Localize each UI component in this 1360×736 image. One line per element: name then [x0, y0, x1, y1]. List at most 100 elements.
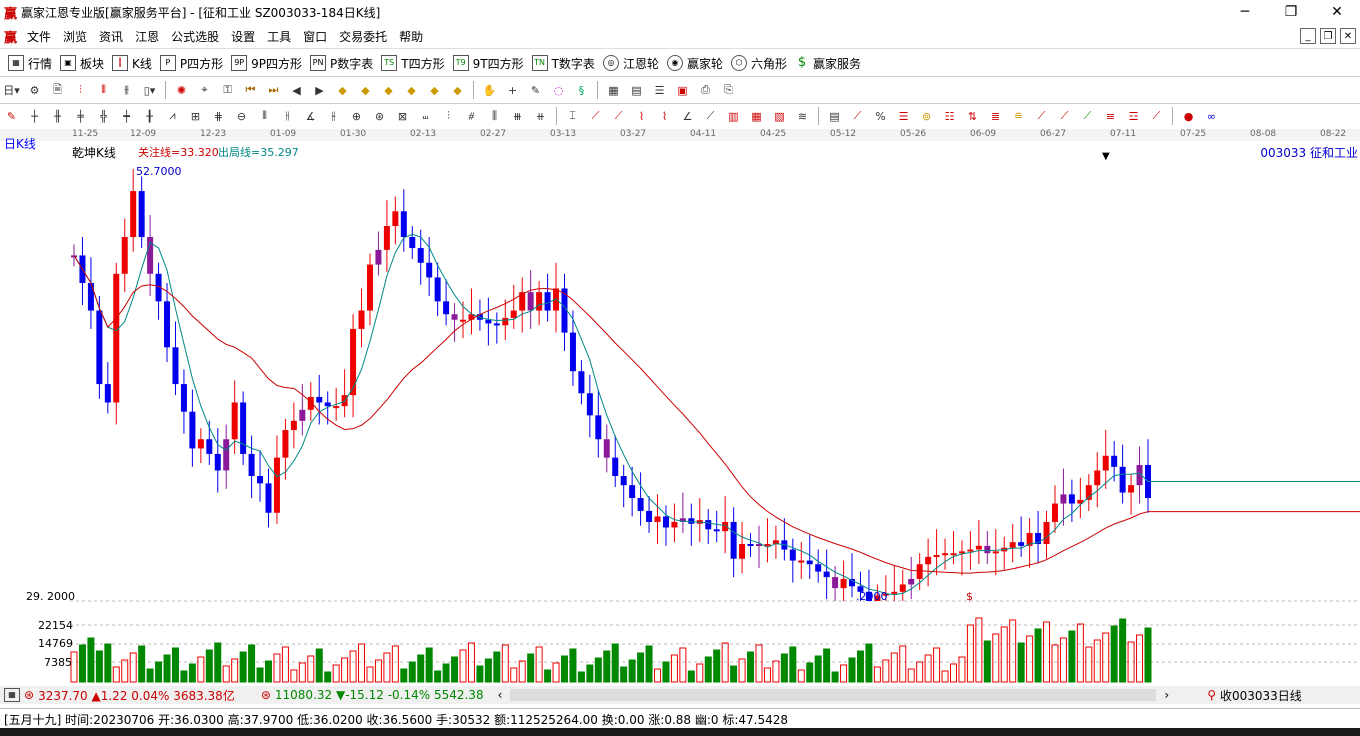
chart-settings-icon[interactable]: ⚙: [26, 82, 43, 99]
plus-icon[interactable]: +: [504, 82, 521, 99]
menu-settings[interactable]: 设置: [225, 28, 261, 45]
tools-10-icon[interactable]: ▧: [771, 108, 788, 125]
kline-gray-icon[interactable]: ⫵: [118, 82, 135, 99]
toolbar-kline[interactable]: ┃ K线: [112, 55, 152, 72]
ratio-icon[interactable]: ⟋: [849, 108, 866, 125]
bar-chart-icon[interactable]: ⫶: [72, 82, 89, 99]
fib-icon[interactable]: ☰: [895, 108, 912, 125]
crosshair-icon[interactable]: ⌖: [196, 82, 213, 99]
collect-stock[interactable]: 收003033日线: [1220, 687, 1302, 704]
tools-9-icon[interactable]: ▦: [748, 108, 765, 125]
lines-4-icon[interactable]: ╬: [95, 108, 112, 125]
fib2-icon[interactable]: ☷: [941, 108, 958, 125]
tools-8-icon[interactable]: ▥: [725, 108, 742, 125]
print-icon[interactable]: ⎙: [697, 82, 714, 99]
percent-icon[interactable]: %: [872, 108, 889, 125]
menu-browse[interactable]: 浏览: [57, 28, 93, 45]
pen-icon[interactable]: ✎: [527, 82, 544, 99]
menu-file[interactable]: 文件: [21, 28, 57, 45]
toolbar-t-square[interactable]: TS T四方形: [381, 55, 445, 72]
fan5-icon[interactable]: ⟋: [1148, 108, 1165, 125]
document-icon[interactable]: 🗎: [49, 82, 66, 99]
circle-fib-icon[interactable]: ⊚: [918, 108, 935, 125]
toolbar-hexagon[interactable]: ⬡ 六角形: [730, 55, 787, 72]
fan-icon[interactable]: ⩘: [164, 108, 181, 125]
fib6-icon[interactable]: ☲: [1125, 108, 1142, 125]
scroll-left-icon[interactable]: ‹: [498, 688, 503, 702]
square-icon[interactable]: ⊠: [394, 108, 411, 125]
ticker-grid-icon[interactable]: ▦: [4, 688, 20, 702]
menu-window[interactable]: 窗口: [297, 28, 333, 45]
fib4-icon[interactable]: ≘: [1010, 108, 1027, 125]
toolbar-9p-square[interactable]: 9P 9P四方形: [231, 55, 302, 72]
diamond-5-icon[interactable]: ◆: [426, 82, 443, 99]
chart-area[interactable]: ▼: [0, 129, 1360, 685]
arrow-fib-icon[interactable]: ⇅: [964, 108, 981, 125]
tools-7-icon[interactable]: ⟋: [702, 108, 719, 125]
lines-8-icon[interactable]: ⦀: [256, 108, 273, 125]
diamond-6-icon[interactable]: ◆: [449, 82, 466, 99]
lines-16-icon[interactable]: ⧺: [532, 108, 549, 125]
prev-icon[interactable]: ◀: [288, 82, 305, 99]
lines-15-icon[interactable]: ⧻: [509, 108, 526, 125]
toolbar-gann-wheel[interactable]: ◎ 江恩轮: [602, 55, 659, 72]
report-icon[interactable]: ▣: [674, 82, 691, 99]
toolbar-9t-square[interactable]: T9 9T四方形: [452, 55, 524, 72]
first-icon[interactable]: ⏮: [242, 82, 259, 99]
toolbar-p-square[interactable]: P P四方形: [159, 55, 223, 72]
bookmark-icon[interactable]: ⚲: [1207, 688, 1216, 702]
diamond-2-icon[interactable]: ◆: [357, 82, 374, 99]
menu-tools[interactable]: 工具: [261, 28, 297, 45]
lines-7-icon[interactable]: ⋕: [210, 108, 227, 125]
menu-info[interactable]: 资讯: [93, 28, 129, 45]
fib3-icon[interactable]: ≣: [987, 108, 1004, 125]
toolbar-winner-service[interactable]: $ 赢家服务: [795, 55, 861, 72]
lines-14-icon[interactable]: ⫼: [486, 108, 503, 125]
fib5-icon[interactable]: ≡: [1102, 108, 1119, 125]
tools-5-icon[interactable]: ⌇: [656, 108, 673, 125]
lines-5-icon[interactable]: ┿: [118, 108, 135, 125]
restore-icon[interactable]: ❐: [1268, 0, 1314, 24]
horizontal-scrollbar[interactable]: [510, 689, 1157, 701]
toolbar-winner-wheel[interactable]: ◉ 赢家轮: [666, 55, 723, 72]
kline-red-icon[interactable]: ⫴: [95, 82, 112, 99]
lock-icon[interactable]: ⚿: [219, 82, 236, 99]
mdi-minimize-icon[interactable]: _: [1300, 28, 1316, 44]
last-icon[interactable]: ⏭: [265, 82, 282, 99]
draw-pen-icon[interactable]: ✎: [3, 108, 20, 125]
menu-trade[interactable]: 交易委托: [333, 28, 393, 45]
lines-6-icon[interactable]: ╂: [141, 108, 158, 125]
lines-9-icon[interactable]: ⫲: [279, 108, 296, 125]
scroll-right-icon[interactable]: ›: [1164, 688, 1169, 702]
tools-2-icon[interactable]: ⟋: [587, 108, 604, 125]
list-icon[interactable]: ☰: [651, 82, 668, 99]
period-select-icon[interactable]: 日▾: [3, 82, 20, 99]
close-icon[interactable]: ✕: [1314, 0, 1360, 24]
infinity-icon[interactable]: ∞: [1203, 108, 1220, 125]
lines-1-icon[interactable]: ┼: [26, 108, 43, 125]
menu-gann[interactable]: 江恩: [129, 28, 165, 45]
toolbar-sectors[interactable]: ▣ 板块: [60, 55, 104, 72]
toolbar-p-table[interactable]: PN P数字表: [310, 55, 373, 72]
diamond-4-icon[interactable]: ◆: [403, 82, 420, 99]
lines-10-icon[interactable]: ⫳: [325, 108, 342, 125]
calendar-icon[interactable]: ▦: [605, 82, 622, 99]
circle-3-icon[interactable]: ⊛: [371, 108, 388, 125]
mdi-restore-icon[interactable]: ❐: [1320, 28, 1336, 44]
grid-draw-icon[interactable]: ⊞: [187, 108, 204, 125]
diamond-1-icon[interactable]: ◆: [334, 82, 351, 99]
table-draw-icon[interactable]: ▤: [826, 108, 843, 125]
mdi-close-icon[interactable]: ✕: [1340, 28, 1356, 44]
tools-6-icon[interactable]: ∠: [679, 108, 696, 125]
lines-2-icon[interactable]: ╫: [49, 108, 66, 125]
candle-icon[interactable]: ▯▾: [141, 82, 158, 99]
hand-icon[interactable]: ✋: [481, 82, 498, 99]
globe-icon[interactable]: ●: [1180, 108, 1197, 125]
next-icon[interactable]: ▶: [311, 82, 328, 99]
tools-3-icon[interactable]: ⟋: [610, 108, 627, 125]
spiral-icon[interactable]: §: [573, 82, 590, 99]
lines-13-icon[interactable]: ⧣: [463, 108, 480, 125]
minimize-icon[interactable]: ─: [1222, 0, 1268, 24]
table-icon[interactable]: ▤: [628, 82, 645, 99]
circle-1-icon[interactable]: ⊖: [233, 108, 250, 125]
